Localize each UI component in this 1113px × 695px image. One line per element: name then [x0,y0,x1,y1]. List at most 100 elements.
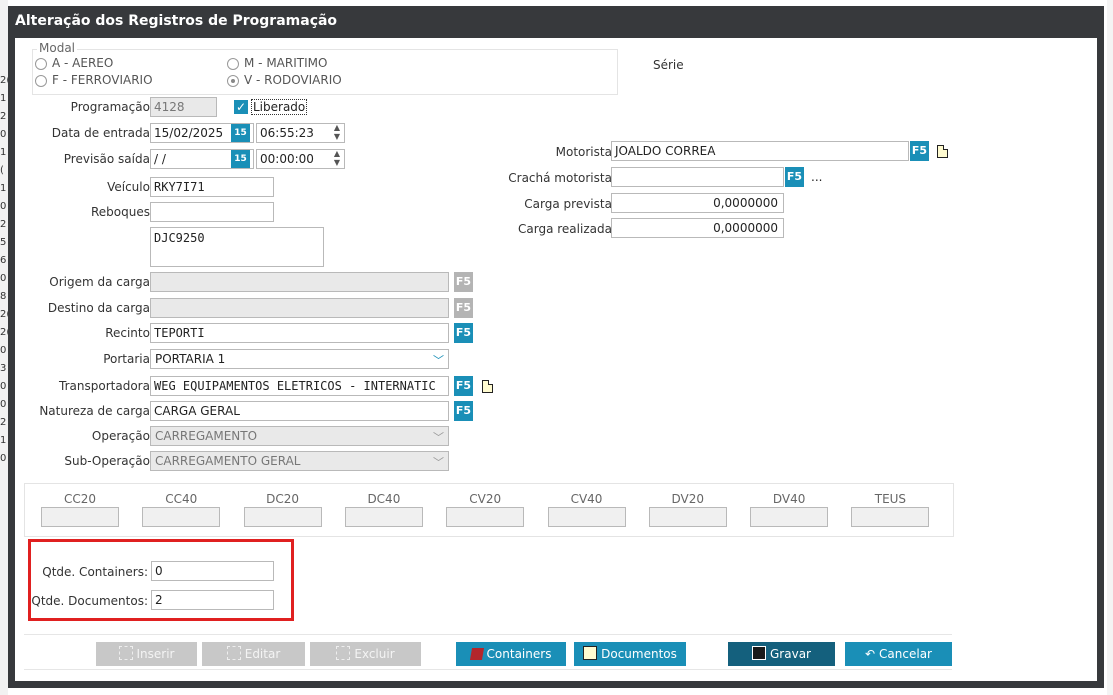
cracha-more-button[interactable]: ... [811,170,822,184]
operacao-value: CARREGAMENTO [155,429,258,443]
natureza-lookup-button[interactable]: F5 [454,401,473,421]
carga-prevista-field[interactable]: 0,0000000 [611,193,784,213]
container-type-label: CV40 [570,492,603,506]
cancelar-label: Cancelar [879,647,932,661]
radio-ferroviario[interactable] [35,75,47,87]
new-document-icon[interactable] [937,145,948,158]
time-spinner-icon[interactable]: ▲ ▼ [331,149,343,169]
time-spinner-icon[interactable]: ▲ ▼ [331,123,343,143]
radio-aereo[interactable] [35,58,47,70]
dialog-window: Alteração dos Registros de Programação M… [8,6,1104,688]
background-fragment: 0 [0,381,7,392]
container-count-field [750,507,829,527]
background-fragment: 2 [0,111,7,122]
documentos-button[interactable]: Documentos [574,642,686,666]
container-count-field [344,507,423,527]
natureza-field[interactable]: CARGA GERAL [150,401,449,421]
chevron-down-icon: ﹀ [433,431,444,444]
container-icon [469,648,484,660]
containers-button[interactable]: Containers [456,642,566,666]
cracha-field[interactable] [611,167,784,187]
transportadora-lookup-button[interactable]: F5 [454,376,473,396]
container-type-label: DC20 [266,492,300,506]
sub-operacao-select: CARREGAMENTO GERAL ﹀ [150,451,449,471]
veiculo-label: Veículo: [107,180,154,194]
programacao-label: Programação: [70,100,154,114]
operacao-label: Operação: [91,429,154,443]
container-type-label: DV40 [772,492,806,506]
new-document-icon[interactable] [482,380,493,393]
portaria-select[interactable]: PORTARIA 1 ﹀ [150,349,449,369]
container-type-label: DC40 [367,492,401,506]
motorista-lookup-button[interactable]: F5 [910,141,929,161]
origem-field [150,272,449,292]
cancelar-button[interactable]: ↶ Cancelar [845,642,952,666]
recinto-field[interactable]: TEPORTI [150,323,449,343]
container-count-field [648,507,727,527]
modal-group-label: Modal [37,41,77,55]
container-count-field [851,507,930,527]
motorista-field[interactable]: JOALDO CORREA [611,141,909,161]
background-fragment: 2 [0,417,7,428]
background-fragment: 6 [0,255,7,266]
container-count-field [142,507,221,527]
divider [24,669,952,670]
background-fragment: 3 [0,363,7,374]
container-type-label: TEUS [874,492,907,506]
background-fragment: 0 [0,345,7,356]
excluir-label: Excluir [354,647,395,661]
dialog-client: Modal A - AEREO F - FERROVIARIO M - MARI… [15,38,1097,681]
recinto-lookup-button[interactable]: F5 [454,323,473,343]
portaria-label: Portaria: [103,352,154,366]
background-fragment: 2 [0,219,7,230]
sub-operacao-label: Sub-Operação: [64,454,154,468]
calendar-icon[interactable]: 15 [231,150,250,168]
background-fragment: 1 [0,183,7,194]
background-fragment: 0 [0,399,7,410]
edit-icon [226,646,241,660]
container-type-label: DV20 [671,492,705,506]
chevron-down-icon: ﹀ [433,456,444,469]
chevron-down-icon: ﹀ [433,354,444,367]
background-fragment: 8 [0,291,7,302]
background-fragment: 5 [0,237,7,248]
liberado-label: Liberado [251,99,308,115]
inserir-button: Inserir [96,642,197,666]
qtde-containers-label: Qtde. Containers: [42,565,148,579]
liberado-checkbox[interactable]: ✓ [234,100,248,114]
background-fragment: 1 [0,435,7,446]
background-fragment: ( [0,165,4,176]
radio-aereo-label: A - AEREO [52,56,114,70]
container-type-label: CC40 [165,492,198,506]
transportadora-label: Transportadora: [59,379,154,393]
undo-icon: ↶ [864,647,876,661]
destino-field [150,298,449,318]
veiculo-field[interactable]: RKY7I71 [150,177,274,197]
reboques-field[interactable] [150,202,274,222]
radio-rodoviario[interactable] [227,75,239,87]
save-icon [752,646,766,660]
radio-maritimo[interactable] [227,58,239,70]
calendar-icon[interactable]: 15 [231,124,250,142]
gravar-button[interactable]: Gravar [728,642,835,666]
container-count-field [243,507,322,527]
carga-realizada-field[interactable]: 0,0000000 [611,218,784,238]
carga-realizada-label: Carga realizada: [518,222,616,236]
editar-button: Editar [202,642,305,666]
origem-label: Origem da carga: [49,275,154,289]
container-type-label: CC20 [63,492,97,506]
portaria-value: PORTARIA 1 [155,352,226,366]
reboques-list[interactable]: DJC9250 [150,227,324,267]
window-title: Alteração dos Registros de Programação [15,13,338,29]
serie-label: Série [653,58,684,72]
cracha-lookup-button[interactable]: F5 [785,167,804,187]
radio-ferroviario-label: F - FERROVIARIO [52,73,153,87]
qtde-documentos-field[interactable]: 2 [151,590,274,610]
documentos-label: Documentos [601,647,677,661]
container-type-label: CV20 [469,492,502,506]
background-fragment: 0 [0,453,7,464]
container-count-field [446,507,525,527]
transportadora-field[interactable]: WEG EQUIPAMENTOS ELETRICOS - INTERNATIC [150,376,449,396]
qtde-containers-field[interactable]: 0 [151,561,274,581]
data-entrada-label: Data de entrada: [51,126,154,140]
